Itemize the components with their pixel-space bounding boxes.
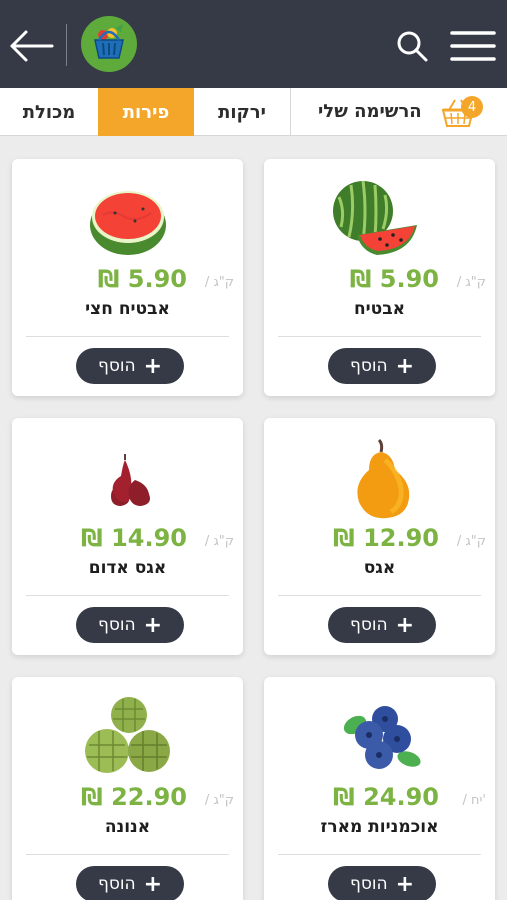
add-button-label: הוסף [349, 615, 388, 635]
product-price: ₪ 12.90 [333, 524, 439, 552]
search-button[interactable] [394, 28, 430, 64]
red-pear-image [110, 454, 150, 506]
plus-icon: + [143, 871, 163, 897]
product-price: ₪ 5.90 [97, 265, 187, 293]
add-button-label: הוסף [97, 615, 136, 635]
add-button-label: הוסף [97, 356, 136, 376]
product-name: אבטיח [354, 299, 405, 319]
plus-icon: + [395, 612, 415, 638]
product-price: ₪ 14.90 [81, 524, 187, 552]
back-button[interactable] [8, 26, 56, 66]
add-to-cart-button[interactable]: הוסף + [76, 866, 184, 900]
tab-groceries-label: מכולת [22, 101, 76, 123]
add-button-label: הוסף [97, 874, 136, 894]
product-unit: / ק"ג [204, 793, 234, 808]
product-card[interactable]: ₪ 24.90 / יח' אוכמניות מארז הוסף + [264, 677, 495, 900]
product-unit: / ק"ג [456, 275, 486, 290]
price-row: ₪ 22.90 / ק"ג [12, 781, 243, 815]
card-divider [26, 595, 229, 596]
product-name: אגס [363, 558, 396, 578]
add-button-label: הוסף [349, 356, 388, 376]
add-to-cart-button[interactable]: הוסף + [328, 348, 436, 384]
product-card[interactable]: ₪ 5.90 / ק"ג אבטיח הוסף + [264, 159, 495, 396]
plus-icon: + [143, 612, 163, 638]
price-row: ₪ 24.90 / יח' [264, 781, 495, 815]
app-logo[interactable] [81, 16, 137, 72]
blueberries-image [343, 706, 421, 769]
price-row: ₪ 12.90 / ק"ג [264, 522, 495, 556]
product-price: ₪ 22.90 [81, 783, 187, 811]
price-row: ₪ 5.90 / ק"ג [264, 263, 495, 297]
product-price: ₪ 5.90 [349, 265, 439, 293]
search-icon [397, 31, 428, 62]
product-name: אבטיח חצי [85, 299, 170, 319]
my-list-count-badge: 4 [461, 96, 483, 118]
price-row: ₪ 14.90 / ק"ג [12, 522, 243, 556]
hamburger-menu-icon [450, 31, 496, 61]
tab-my-list-label: הרשימה שלי [318, 101, 422, 122]
arrow-left-icon [10, 30, 54, 62]
tab-vegetables-label: ירקות [218, 101, 266, 123]
add-to-cart-button[interactable]: הוסף + [76, 607, 184, 643]
product-card[interactable]: ₪ 5.90 / ק"ג אבטיח חצי הוסף + [12, 159, 243, 396]
product-unit: / יח' [462, 793, 487, 808]
product-card[interactable]: ₪ 22.90 / ק"ג אנונה הוסף + [12, 677, 243, 900]
plus-icon: + [395, 871, 415, 897]
annona-image [84, 697, 170, 773]
add-to-cart-button[interactable]: הוסף + [328, 607, 436, 643]
product-unit: / ק"ג [204, 534, 234, 549]
card-divider [278, 336, 481, 337]
product-unit: / ק"ג [204, 275, 234, 290]
tab-fruits-label: פירות [122, 101, 170, 123]
plus-icon: + [143, 353, 163, 379]
product-card[interactable]: ₪ 14.90 / ק"ג אגס אדום הוסף + [12, 418, 243, 655]
card-divider [278, 595, 481, 596]
header-divider [66, 24, 67, 66]
add-to-cart-button[interactable]: הוסף + [76, 348, 184, 384]
card-divider [278, 854, 481, 855]
product-name: אנונה [104, 817, 151, 837]
card-divider [26, 336, 229, 337]
tab-fruits[interactable]: פירות [98, 88, 194, 136]
tab-vegetables[interactable]: ירקות [194, 88, 290, 136]
add-button-label: הוסף [349, 874, 388, 894]
half-watermelon-image [89, 191, 166, 255]
tab-groceries[interactable]: מכולת [0, 88, 98, 136]
product-card[interactable]: ₪ 12.90 / ק"ג אגס הוסף + [264, 418, 495, 655]
category-tabs: מכולת פירות ירקות הרשימה שלי [0, 88, 507, 136]
top-bar [0, 0, 507, 88]
menu-button[interactable] [448, 26, 496, 66]
basket-logo-icon [94, 24, 124, 59]
price-row: ₪ 5.90 / ק"ג [12, 263, 243, 297]
watermelon-image [332, 180, 417, 255]
pear-image [356, 438, 409, 519]
product-unit: / ק"ג [456, 534, 486, 549]
product-name: אוכמניות מארז [320, 817, 439, 837]
add-to-cart-button[interactable]: הוסף + [328, 866, 436, 900]
plus-icon: + [395, 353, 415, 379]
product-name: אגס אדום [88, 558, 167, 578]
product-grid: ₪ 5.90 / ק"ג אבטיח הוסף + ₪ 5.90 / ק"ג א… [0, 136, 507, 900]
card-divider [26, 854, 229, 855]
product-price: ₪ 24.90 [333, 783, 439, 811]
